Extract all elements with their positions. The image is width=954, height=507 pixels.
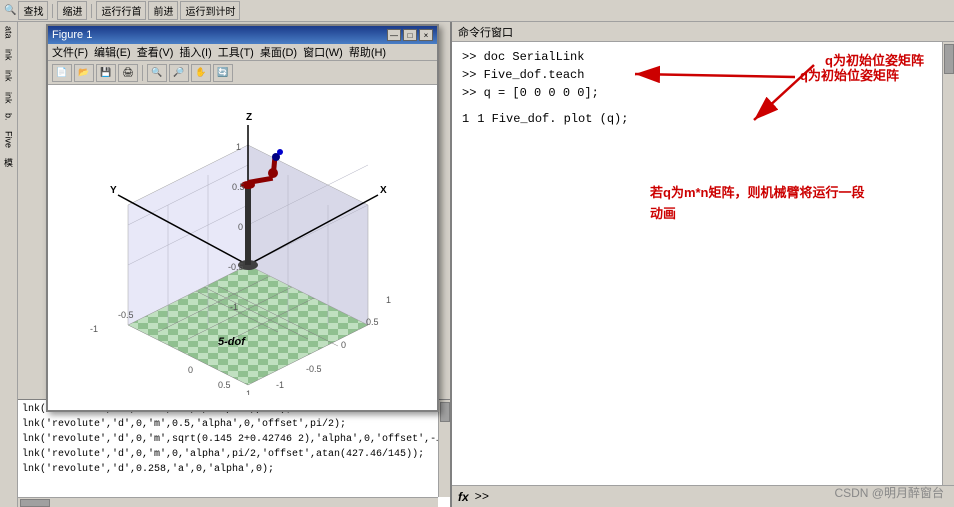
svg-text:-1: -1	[230, 302, 238, 312]
csdn-watermark: CSDN @明月醉窗台	[834, 484, 944, 501]
tb-save[interactable]: 💾	[96, 64, 116, 82]
svg-text:0.5: 0.5	[366, 317, 379, 327]
annotation-text-1: q为初始位姿矩阵	[825, 50, 924, 69]
code-line-2: lnk('revolute','d',0,'m',0.5,'alpha',0,'…	[22, 417, 446, 432]
cmd-toolbar: 命令行窗口	[452, 22, 954, 42]
top-toolbar: 🔍 查找 缩进 运行行首 前进 运行到计时	[0, 0, 954, 22]
tb-zoom-in[interactable]: 🔍	[147, 64, 167, 82]
svg-text:-0.5: -0.5	[118, 310, 134, 320]
minimize-btn[interactable]: —	[387, 29, 401, 41]
left-panel: Figure 1 — □ × 文件(F) 编辑(E) 查看(V) 插入(I) 工…	[18, 22, 450, 507]
fx-label: fx	[458, 490, 469, 504]
svg-text:1: 1	[386, 295, 391, 305]
menu-edit[interactable]: 编辑(E)	[94, 44, 131, 60]
cmd-toolbar-label: 命令行窗口	[458, 24, 513, 40]
menu-window[interactable]: 窗口(W)	[303, 44, 343, 60]
tb-rotate[interactable]: 🔄	[213, 64, 233, 82]
tb-pan[interactable]: ✋	[191, 64, 211, 82]
toolbar-icon-search: 🔍	[4, 5, 16, 16]
code-line-3: lnk('revolute','d',0,'m',sqrt(0.145 2+0.…	[22, 432, 446, 447]
svg-text:Y: Y	[110, 185, 117, 196]
toolbar-forward-btn[interactable]: 前进	[148, 1, 178, 20]
tb-open[interactable]: 📂	[74, 64, 94, 82]
svg-text:-0.5: -0.5	[228, 262, 244, 272]
h-scrollbar[interactable]	[18, 497, 438, 507]
code-line-4: lnk('revolute','d',0,'m',0,'alpha',pi/2,…	[22, 447, 446, 462]
svg-text:-0.5: -0.5	[306, 364, 322, 374]
figure-title: Figure 1	[52, 29, 92, 41]
figure-plot-area: Z X Y	[48, 85, 437, 410]
figure-toolbar: 📄 📂 💾 🖨 🔍 🔎 ✋ 🔄	[48, 61, 437, 85]
menu-view[interactable]: 查看(V)	[137, 44, 174, 60]
svg-text:0.5: 0.5	[218, 380, 231, 390]
restore-btn[interactable]: □	[403, 29, 417, 41]
sidebar-label-ink2: ink	[4, 70, 14, 82]
v-scrollbar[interactable]	[438, 400, 450, 497]
sidebar-label-b: b.	[4, 113, 14, 121]
right-scrollbar[interactable]	[942, 42, 954, 485]
3d-plot-svg: Z X Y	[48, 85, 437, 395]
right-panel: 命令行窗口 >> doc SerialLink >> Five_dof.teac…	[450, 22, 954, 507]
line-number: 1	[462, 110, 469, 128]
tb-zoom-out[interactable]: 🔎	[169, 64, 189, 82]
menu-tools[interactable]: 工具(T)	[218, 44, 254, 60]
left-sidebar-strip: ata ink ink ink b. Five 模	[0, 22, 18, 507]
figure-titlebar: Figure 1 — □ ×	[48, 26, 437, 44]
svg-text:Z: Z	[246, 112, 252, 123]
svg-text:0: 0	[341, 340, 346, 350]
fx-prompt: >>	[475, 490, 489, 504]
svg-text:1: 1	[246, 389, 251, 395]
toolbar-find-btn[interactable]: 查找	[18, 1, 48, 20]
cmd-content[interactable]: >> doc SerialLink >> Five_dof.teach >> q…	[452, 42, 954, 485]
sidebar-label-ink: ink	[4, 49, 14, 61]
app-container: 🔍 查找 缩进 运行行首 前进 运行到计时 ata ink ink ink b.…	[0, 0, 954, 507]
editor-line-content: 1 Five_dof. plot (q);	[477, 110, 628, 128]
menu-desktop[interactable]: 桌面(D)	[260, 44, 297, 60]
toolbar-run-btn[interactable]: 运行行首	[96, 1, 146, 20]
code-line-5: lnk('revolute','d',0.258,'a',0,'alpha',0…	[22, 462, 446, 477]
code-section: lnk('revolute','d',0.216,'m',0,'alpha',p…	[18, 399, 450, 507]
tb-print[interactable]: 🖨	[118, 64, 138, 82]
svg-text:5-dof: 5-dof	[218, 336, 246, 348]
figure-menubar: 文件(F) 编辑(E) 查看(V) 插入(I) 工具(T) 桌面(D) 窗口(W…	[48, 44, 437, 61]
svg-text:0.5: 0.5	[232, 182, 245, 192]
svg-text:-1: -1	[276, 380, 284, 390]
close-btn[interactable]: ×	[419, 29, 433, 41]
figure-window: Figure 1 — □ × 文件(F) 编辑(E) 查看(V) 插入(I) 工…	[46, 24, 439, 412]
svg-text:1: 1	[236, 142, 241, 152]
sidebar-label-mold: 模	[2, 158, 15, 167]
menu-insert[interactable]: 插入(I)	[179, 44, 211, 60]
sidebar-label-ata: ata	[4, 26, 14, 39]
toolbar-timer-btn[interactable]: 运行到计时	[180, 1, 240, 20]
svg-text:0: 0	[238, 222, 243, 232]
menu-file[interactable]: 文件(F)	[52, 44, 88, 60]
menu-help[interactable]: 帮助(H)	[349, 44, 386, 60]
svg-text:-1: -1	[90, 324, 98, 334]
sidebar-label-five: Five	[4, 131, 14, 148]
main-area: ata ink ink ink b. Five 模 Figure 1 — □ ×	[0, 22, 954, 507]
sidebar-label-ink3: ink	[4, 92, 14, 104]
svg-text:X: X	[380, 185, 387, 196]
tb-new[interactable]: 📄	[52, 64, 72, 82]
figure-window-controls: — □ ×	[387, 29, 433, 41]
svg-text:0: 0	[188, 365, 193, 375]
toolbar-indent-btn[interactable]: 缩进	[57, 1, 87, 20]
